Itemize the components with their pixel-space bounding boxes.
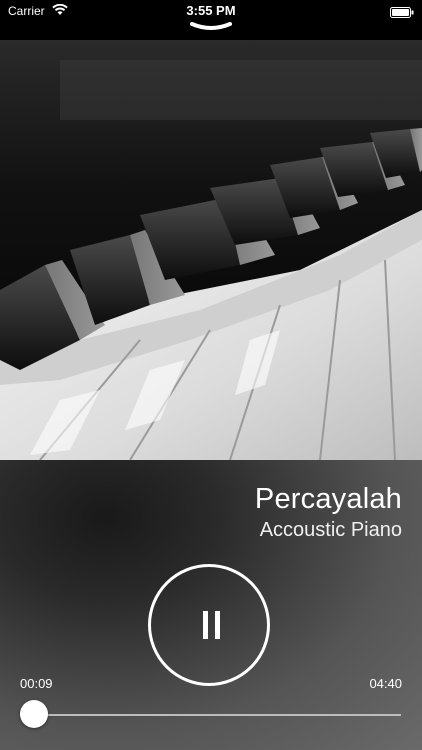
play-pause-button[interactable] xyxy=(148,564,270,686)
elapsed-time: 00:09 xyxy=(20,676,53,691)
notification-handle-icon[interactable] xyxy=(190,19,232,37)
progress-thumb[interactable] xyxy=(20,700,48,728)
album-artwork xyxy=(0,40,422,460)
status-bar: Carrier 3:55 PM xyxy=(0,0,422,40)
progress-slider[interactable] xyxy=(20,700,401,728)
total-duration: 04:40 xyxy=(369,676,402,691)
piano-keys-image xyxy=(0,40,422,460)
song-artist: Accoustic Piano xyxy=(259,519,402,541)
clock-time: 3:55 PM xyxy=(186,3,236,18)
song-title: Percayalah xyxy=(254,483,402,515)
battery-icon xyxy=(390,5,414,23)
player-panel: Percayalah Accoustic Piano 00:09 04:40 xyxy=(0,460,422,750)
pause-icon xyxy=(199,611,225,639)
